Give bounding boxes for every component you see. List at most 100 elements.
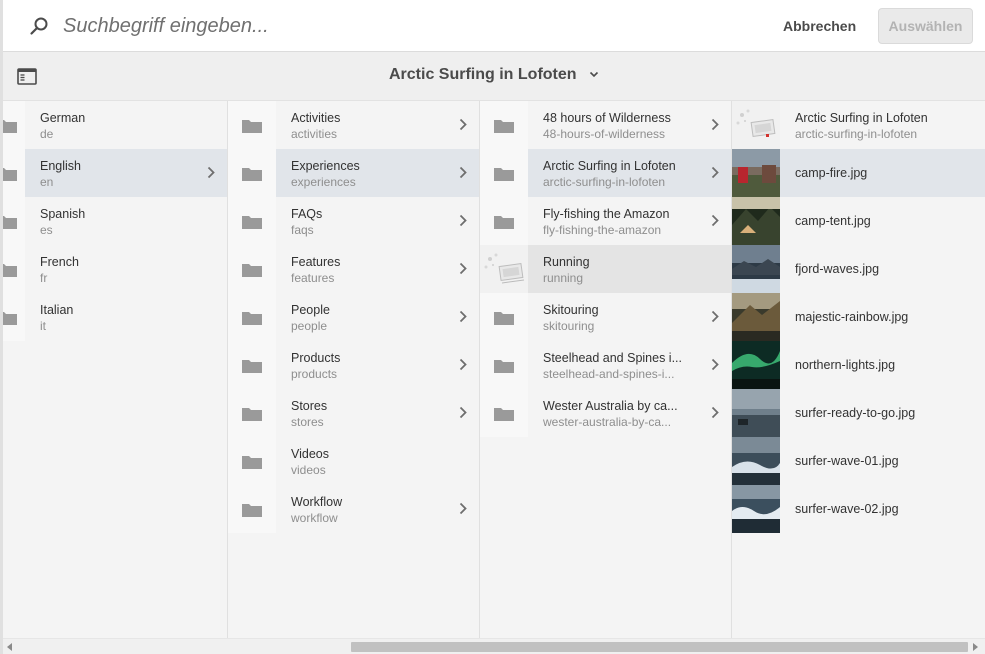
thumbnail <box>3 293 25 341</box>
list-item[interactable]: camp-tent.jpg <box>732 197 985 245</box>
list-item[interactable]: northern-lights.jpg <box>732 341 985 389</box>
thumbnail <box>480 197 528 245</box>
list-item[interactable]: Products products <box>228 341 479 389</box>
list-item[interactable]: Spanish es <box>3 197 227 245</box>
chevron-right-icon[interactable] <box>459 502 467 515</box>
item-name: it <box>40 319 46 333</box>
chevron-right-icon[interactable] <box>459 406 467 419</box>
list-item[interactable]: fjord-waves.jpg <box>732 245 985 293</box>
folder-icon <box>242 312 262 325</box>
item-title: surfer-ready-to-go.jpg <box>795 406 916 420</box>
search-bar: Abbrechen Auswählen <box>3 0 985 52</box>
folder-icon <box>3 312 17 325</box>
thumbnail <box>732 149 780 197</box>
list-item[interactable]: English en <box>3 149 227 197</box>
folder-icon <box>494 216 514 229</box>
list-item[interactable]: FAQs faqs <box>228 197 479 245</box>
list-item[interactable]: Arctic Surfing in Lofoten arctic-surfing-… <box>732 101 985 149</box>
folder-icon <box>494 408 514 421</box>
folder-icon <box>242 504 262 517</box>
chevron-right-icon[interactable] <box>459 310 467 323</box>
thumbnail <box>228 293 276 341</box>
scrollbar-thumb[interactable] <box>351 642 968 652</box>
list-item[interactable]: Activities activities <box>228 101 479 149</box>
fjord-waves-image <box>732 245 780 293</box>
list-item[interactable]: 48 hours of Wilderness 48-hours-of-wilder… <box>480 101 731 149</box>
folder-icon <box>242 168 262 181</box>
thumbnail <box>228 149 276 197</box>
chevron-right-icon[interactable] <box>459 358 467 371</box>
list-item[interactable]: majestic-rainbow.jpg <box>732 293 985 341</box>
folder-icon <box>3 264 17 277</box>
chevron-right-icon[interactable] <box>711 166 719 179</box>
chevron-right-icon[interactable] <box>711 118 719 131</box>
list-item[interactable]: Running running <box>480 245 731 293</box>
item-title: German <box>40 111 86 125</box>
list-item[interactable]: camp-fire.jpg <box>732 149 985 197</box>
horizontal-scrollbar[interactable] <box>3 638 985 654</box>
folder-icon <box>494 168 514 181</box>
list-item[interactable]: Videos videos <box>228 437 479 485</box>
item-name: en <box>40 175 54 189</box>
camp-fire-image <box>732 149 780 197</box>
thumbnail <box>480 341 528 389</box>
select-button[interactable]: Auswählen <box>878 8 973 44</box>
item-title: Arctic Surfing in Lofoten <box>543 159 676 173</box>
thumbnail <box>228 101 276 149</box>
column-assets: Arctic Surfing in Lofoten arctic-surfing-… <box>732 101 985 638</box>
northern-lights-image <box>732 341 780 389</box>
list-item[interactable]: French fr <box>3 245 227 293</box>
chevron-right-icon[interactable] <box>711 406 719 419</box>
list-item[interactable]: Skitouring skitouring <box>480 293 731 341</box>
list-item[interactable]: Fly-fishing the Amazon fly-fishing-the-am… <box>480 197 731 245</box>
item-name: experiences <box>291 175 356 189</box>
item-title: Steelhead and Spines i... <box>543 351 682 365</box>
chevron-right-icon[interactable] <box>711 358 719 371</box>
item-title: FAQs <box>291 207 323 221</box>
list-item[interactable]: Features features <box>228 245 479 293</box>
list-item[interactable]: Wester Australia by ca... wester-australi… <box>480 389 731 437</box>
chevron-right-icon[interactable] <box>459 214 467 227</box>
list-item[interactable]: Workflow workflow <box>228 485 479 533</box>
list-item[interactable]: People people <box>228 293 479 341</box>
list-item[interactable]: Arctic Surfing in Lofoten arctic-surfing-… <box>480 149 731 197</box>
list-item[interactable]: surfer-ready-to-go.jpg <box>732 389 985 437</box>
list-item[interactable]: Italian it <box>3 293 227 341</box>
item-title: 48 hours of Wilderness <box>543 111 671 125</box>
cancel-button[interactable]: Abbrechen <box>773 12 866 40</box>
chevron-right-icon[interactable] <box>459 262 467 275</box>
list-item[interactable]: Steelhead and Spines i... steelhead-and-s… <box>480 341 731 389</box>
folder-icon <box>242 456 262 469</box>
thumbnail <box>228 341 276 389</box>
chevron-right-icon[interactable] <box>711 214 719 227</box>
chevron-right-icon[interactable] <box>459 118 467 131</box>
thumbnail <box>228 245 276 293</box>
item-name: es <box>40 223 53 237</box>
surfer-wave-02-image <box>732 485 780 533</box>
scroll-left-icon[interactable] <box>7 643 13 651</box>
list-item[interactable]: Experiences experiences <box>228 149 479 197</box>
folder-icon <box>242 216 262 229</box>
scroll-right-icon[interactable] <box>973 643 979 651</box>
collection-title-dropdown[interactable]: Arctic Surfing in Lofoten <box>3 66 985 84</box>
list-item[interactable]: surfer-wave-02.jpg <box>732 485 985 533</box>
column-sections: Activities activities Experiences experien… <box>228 101 480 638</box>
chevron-right-icon[interactable] <box>711 310 719 323</box>
list-item[interactable]: German de <box>3 101 227 149</box>
list-item[interactable]: Stores stores <box>228 389 479 437</box>
chevron-right-icon[interactable] <box>459 166 467 179</box>
surfer-ready-to-go-image <box>732 389 780 437</box>
page-title: Arctic Surfing in Lofoten <box>389 66 577 83</box>
thumbnail <box>480 101 528 149</box>
chevron-right-icon[interactable] <box>207 166 215 179</box>
folder-icon <box>494 120 514 133</box>
folder-icon <box>242 408 262 421</box>
item-title: camp-fire.jpg <box>795 166 868 180</box>
item-title: Spanish <box>40 207 86 221</box>
list-item[interactable]: surfer-wave-01.jpg <box>732 437 985 485</box>
item-title: Products <box>291 351 341 365</box>
item-title: northern-lights.jpg <box>795 358 896 372</box>
item-name: activities <box>291 127 338 141</box>
search-input[interactable] <box>63 10 663 42</box>
thumbnail <box>732 389 780 437</box>
